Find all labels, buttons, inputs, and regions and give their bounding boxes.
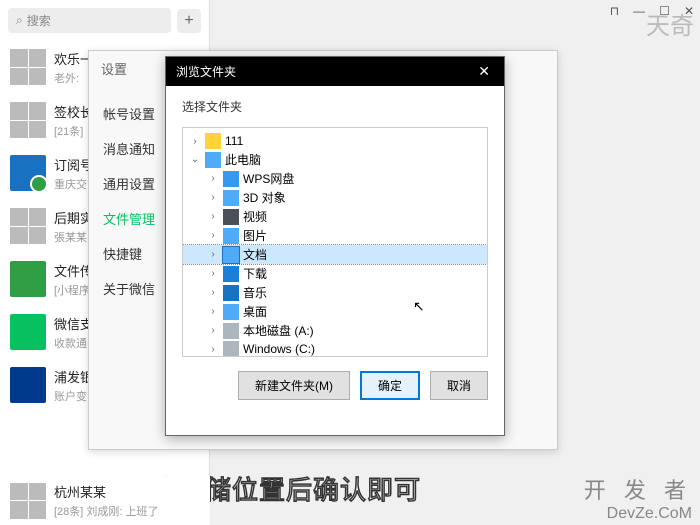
tree-label: 桌面: [243, 303, 267, 320]
expander-icon[interactable]: ›: [207, 230, 219, 241]
folder-icon: [205, 133, 221, 149]
tree-label: 音乐: [243, 284, 267, 301]
expander-icon[interactable]: ›: [189, 136, 201, 147]
expander-icon[interactable]: ›: [207, 249, 219, 260]
folder-icon: [223, 285, 239, 301]
search-placeholder: 搜索: [27, 12, 51, 29]
cancel-button[interactable]: 取消: [430, 371, 488, 400]
tree-item[interactable]: › Windows (C:): [183, 340, 487, 357]
avatar: [10, 49, 46, 85]
settings-nav-item[interactable]: 快捷键: [89, 236, 169, 271]
avatar: [10, 155, 46, 191]
folder-icon: [223, 304, 239, 320]
chat-title: 杭州某某: [54, 482, 200, 501]
expander-icon[interactable]: ›: [207, 192, 219, 203]
folder-icon: [223, 247, 239, 263]
expander-icon[interactable]: ›: [207, 173, 219, 184]
chat-item[interactable]: 杭州某某 [28条] 刘成刚: 上班了: [0, 476, 210, 525]
tree-label: Windows (C:): [243, 342, 315, 356]
new-folder-button[interactable]: 新建文件夹(M): [238, 371, 350, 400]
folder-icon: [223, 228, 239, 244]
settings-nav-item[interactable]: 消息通知: [89, 131, 169, 166]
avatar: [10, 367, 46, 403]
tree-item[interactable]: › WPS网盘: [183, 169, 487, 188]
avatar: [10, 102, 46, 138]
expander-icon[interactable]: ›: [207, 268, 219, 279]
tree-label: 3D 对象: [243, 189, 286, 206]
expander-icon[interactable]: ›: [207, 211, 219, 222]
tree-item[interactable]: › 3D 对象: [183, 188, 487, 207]
folder-icon: [223, 341, 239, 357]
tree-item[interactable]: › 音乐: [183, 283, 487, 302]
ok-button[interactable]: 确定: [360, 371, 420, 400]
settings-nav-item[interactable]: 文件管理: [89, 201, 169, 236]
folder-icon: [223, 190, 239, 206]
expander-icon[interactable]: ⌄: [189, 154, 201, 165]
tree-item[interactable]: › 图片: [183, 226, 487, 245]
tree-item[interactable]: › 111: [183, 132, 487, 150]
minimize-icon[interactable]: —: [633, 4, 645, 18]
avatar: [10, 261, 46, 297]
tree-label: 视频: [243, 208, 267, 225]
settings-nav: 帐号设置消息通知通用设置文件管理快捷键关于微信: [89, 86, 169, 452]
tree-label: 此电脑: [225, 151, 261, 168]
search-input[interactable]: ⌕ 搜索: [8, 8, 171, 33]
folder-tree[interactable]: › 111 ⌄ 此电脑 › WPS网盘 › 3D 对象 › 视频 › 图片 › 文档 › 下载 › 音乐 › 桌面 › 本…: [182, 127, 488, 357]
pin-icon[interactable]: ⊓: [610, 4, 619, 18]
settings-nav-item[interactable]: 帐号设置: [89, 96, 169, 131]
tree-item[interactable]: › 下载: [183, 264, 487, 283]
expander-icon[interactable]: ›: [207, 325, 219, 336]
dialog-label: 选择文件夹: [166, 86, 504, 127]
expander-icon[interactable]: ›: [207, 287, 219, 298]
expander-icon[interactable]: ›: [207, 306, 219, 317]
avatar: [10, 314, 46, 350]
watermark-mid: 开 发 者: [584, 473, 692, 505]
avatar: [10, 208, 46, 244]
dialog-title: 浏览文件夹: [176, 63, 236, 80]
tree-label: WPS网盘: [243, 170, 294, 187]
folder-icon: [205, 152, 221, 168]
avatar: [10, 483, 46, 519]
search-icon: ⌕: [16, 13, 23, 28]
settings-nav-item[interactable]: 通用设置: [89, 166, 169, 201]
folder-icon: [223, 323, 239, 339]
watermark-top: 天奇: [646, 6, 694, 41]
browse-folder-dialog: 浏览文件夹 ✕ 选择文件夹 › 111 ⌄ 此电脑 › WPS网盘 › 3D 对象 › 视频 › 图片…: [165, 56, 505, 436]
tree-label: 图片: [243, 227, 267, 244]
add-button[interactable]: +: [177, 9, 201, 33]
chat-subtitle: [28条] 刘成刚: 上班了: [54, 503, 200, 519]
tree-item[interactable]: › 本地磁盘 (A:): [183, 321, 487, 340]
folder-icon: [223, 266, 239, 282]
tree-label: 文档: [243, 246, 267, 263]
tree-item[interactable]: ⌄ 此电脑: [183, 150, 487, 169]
watermark-bottom: DevZe.CoM: [607, 505, 692, 523]
expander-icon[interactable]: ›: [207, 344, 219, 355]
tree-item[interactable]: › 视频: [183, 207, 487, 226]
close-icon[interactable]: ✕: [474, 63, 494, 80]
tree-item[interactable]: › 桌面: [183, 302, 487, 321]
tree-item[interactable]: › 文档: [183, 245, 487, 264]
tree-label: 下载: [243, 265, 267, 282]
tree-label: 111: [225, 134, 243, 148]
folder-icon: [223, 209, 239, 225]
folder-icon: [223, 171, 239, 187]
settings-nav-item[interactable]: 关于微信: [89, 271, 169, 306]
tree-label: 本地磁盘 (A:): [243, 322, 314, 339]
